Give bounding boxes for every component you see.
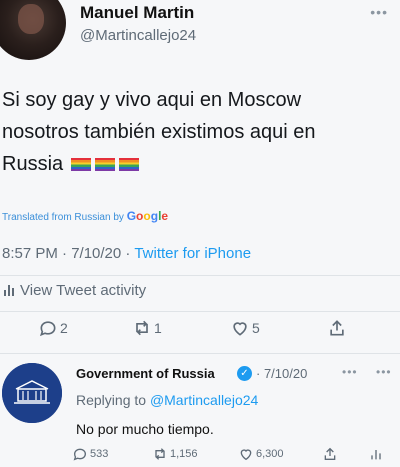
tweet-text-line: Si soy gay y vivo aqui en Moscow — [2, 89, 302, 111]
reply-author-name[interactable]: Government of Russia — [76, 366, 215, 381]
tweet-text-line: Russia — [2, 148, 394, 180]
retweet-icon — [155, 448, 165, 460]
analytics-icon — [371, 450, 381, 460]
reply-icon — [73, 448, 87, 461]
kremlin-emblem-icon — [2, 363, 62, 423]
tweet-text-line: nosotros también existimos aqui en — [2, 121, 316, 143]
reply-text: No por mucho tiempo. — [76, 421, 214, 437]
retweet-button[interactable]: 1,156 — [152, 446, 198, 462]
like-button[interactable]: 5 — [230, 318, 260, 338]
government-avatar[interactable] — [2, 363, 62, 423]
verified-badge-icon: ✓ — [237, 366, 252, 381]
source-link[interactable]: Twitter for iPhone — [134, 245, 251, 262]
share-icon — [330, 320, 344, 336]
analytics-icon — [4, 285, 14, 296]
heart-icon — [240, 449, 252, 461]
author-handle[interactable]: @Martincallejo24 — [80, 27, 196, 44]
divider — [0, 311, 400, 312]
retweet-button[interactable]: 1 — [132, 318, 162, 338]
view-activity-link[interactable]: View Tweet activity — [4, 282, 146, 299]
author-name[interactable]: Manuel Martin — [80, 3, 194, 23]
replying-to: Replying to @Martincallejo24 — [76, 392, 259, 408]
tweet-detail-page: Manuel Martin @Martincallejo24 ••• Si so… — [0, 0, 400, 467]
reply-button[interactable]: 2 — [38, 318, 68, 338]
like-button[interactable]: 6,300 — [238, 446, 284, 462]
tweet-meta: 8:57 PM · 7/10/20 · Twitter for iPhone — [2, 245, 251, 262]
heart-icon — [233, 322, 247, 336]
rainbow-flag-icon — [118, 158, 139, 171]
reply-tweet-actions: 533 1,156 6,300 — [0, 446, 400, 466]
retweet-count: 1,156 — [170, 448, 198, 460]
reply-count: 2 — [60, 320, 68, 336]
avatar[interactable] — [0, 0, 66, 60]
analytics-button[interactable] — [368, 446, 384, 462]
reply-date[interactable]: · 7/10/20 — [256, 366, 307, 381]
share-button[interactable] — [327, 318, 347, 338]
divider — [0, 353, 400, 354]
more-dots-icon[interactable]: ••• — [370, 4, 388, 20]
mention-link[interactable]: @Martincallejo24 — [150, 392, 258, 408]
like-count: 5 — [252, 320, 260, 336]
like-count: 6,300 — [256, 448, 284, 460]
retweet-icon — [136, 320, 148, 336]
tweet-actions: 2 1 5 — [0, 318, 400, 346]
divider — [0, 275, 400, 276]
translation-attribution[interactable]: Translated from Russian by Google — [2, 209, 168, 223]
retweet-count: 1 — [154, 320, 162, 336]
reply-count: 533 — [90, 448, 109, 460]
rainbow-flag-icon — [70, 158, 91, 171]
more-dots-icon[interactable]: ••• — [342, 365, 358, 379]
share-button[interactable] — [322, 446, 338, 462]
timestamp[interactable]: 8:57 PM · 7/10/20 · — [2, 245, 130, 262]
share-icon — [324, 447, 336, 460]
tweet-text: Si soy gay y vivo aqui en Moscow nosotro… — [2, 84, 394, 180]
more-dots-icon[interactable]: ••• — [376, 365, 392, 379]
rainbow-flag-icon — [94, 158, 115, 171]
reply-icon — [39, 321, 56, 337]
reply-button[interactable]: 533 — [72, 446, 108, 462]
google-logo: Google — [126, 209, 169, 223]
